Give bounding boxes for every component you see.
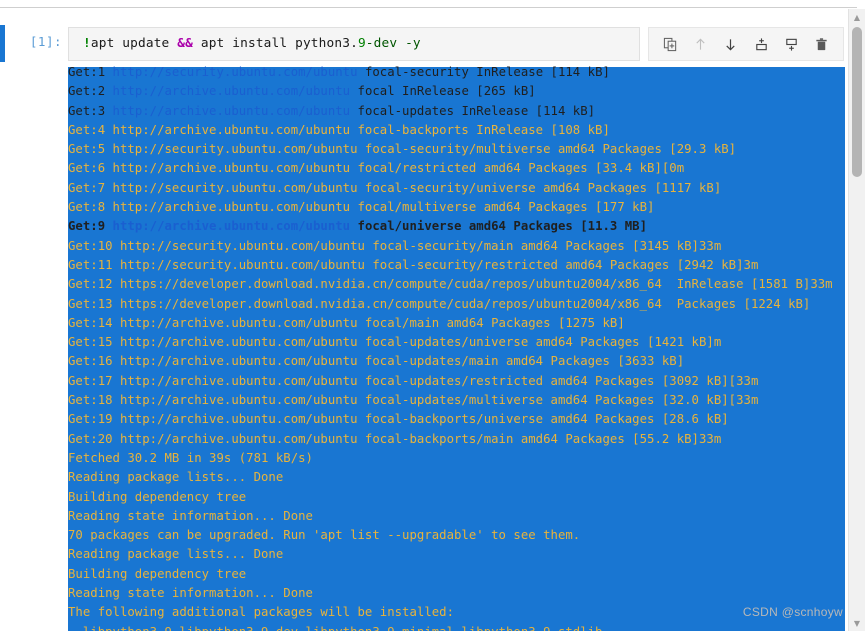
code-token: apt update [90, 36, 178, 51]
output-line: Building dependency tree [68, 565, 845, 584]
output-line: Get:5 http://security.ubuntu.com/ubuntu … [68, 140, 845, 159]
output-line: Get:2 http://archive.ubuntu.com/ubuntu f… [68, 82, 845, 101]
code-token: apt install python3. [192, 36, 358, 51]
output-line: Get:7 http://security.ubuntu.com/ubuntu … [68, 179, 845, 198]
output-segment: focal-updates InRelease [114 kB] [350, 103, 596, 118]
output-segment: Reading package lists... Done [68, 470, 284, 485]
output-segment: Get:14 http://archive.ubuntu.com/ubuntu … [68, 315, 625, 330]
output-line: Get:4 http://archive.ubuntu.com/ubuntu f… [68, 121, 845, 140]
output-segment: Building dependency tree [68, 489, 247, 504]
output-segment: http://archive.ubuntu.com/ubuntu [112, 103, 351, 118]
output-segment: Reading package lists... Done [68, 547, 284, 562]
output-segment: Building dependency tree [68, 566, 247, 581]
output-segment: Get:4 http://archive.ubuntu.com/ubuntu f… [68, 122, 610, 137]
output-line: 70 packages can be upgraded. Run 'apt li… [68, 526, 845, 545]
output-line: Get:12 https://developer.download.nvidia… [68, 275, 845, 294]
code-token: 9 [357, 36, 366, 51]
cell-toolbar [648, 27, 844, 61]
output-segment: Get:15 http://archive.ubuntu.com/ubuntu … [68, 335, 722, 350]
output-segment: Reading state information... Done [68, 508, 313, 523]
output-segment: Get:10 http://security.ubuntu.com/ubuntu… [68, 238, 722, 253]
output-segment: focal-security InRelease [114 kB] [357, 65, 610, 79]
output-line: Get:20 http://archive.ubuntu.com/ubuntu … [68, 430, 845, 449]
code-token: && [177, 36, 193, 51]
output-segment: focal/universe amd64 Packages [11.3 MB] [350, 219, 648, 234]
duplicate-cell-icon[interactable] [657, 31, 683, 57]
output-segment: Get:2 [68, 84, 113, 99]
output-segment: focal InRelease [265 kB] [350, 84, 536, 99]
output-line: Get:17 http://archive.ubuntu.com/ubuntu … [68, 372, 845, 391]
output-line: Reading package lists... Done [68, 468, 845, 487]
cell-output-stream: Get:1 http://security.ubuntu.com/ubuntu … [68, 63, 845, 631]
output-line: Get:13 https://developer.download.nvidia… [68, 295, 845, 314]
output-line: Get:1 http://security.ubuntu.com/ubuntu … [68, 63, 845, 82]
output-line: Reading state information... Done [68, 507, 845, 526]
output-segment: The following additional packages will b… [68, 605, 455, 620]
output-segment: Get:20 http://archive.ubuntu.com/ubuntu … [68, 431, 722, 446]
output-segment: Fetched 30.2 MB in 39s (781 kB/s) [68, 450, 313, 465]
move-cell-down-icon[interactable] [718, 31, 744, 57]
output-line: The following additional packages will b… [68, 603, 845, 622]
move-cell-up-icon[interactable] [687, 31, 713, 57]
delete-cell-icon[interactable] [809, 31, 835, 57]
code-token: -dev -y [365, 36, 421, 51]
output-segment: Get:8 http://archive.ubuntu.com/ubuntu f… [68, 200, 655, 215]
output-line: Get:9 http://archive.ubuntu.com/ubuntu f… [68, 217, 845, 236]
watermark-label: CSDN @scnhoyw [742, 605, 843, 619]
output-line: Reading state information... Done [68, 584, 845, 603]
output-line: Get:10 http://security.ubuntu.com/ubuntu… [68, 237, 845, 256]
scrollbar-down-arrow-icon[interactable]: ▼ [849, 615, 865, 631]
output-segment: Get:9 [68, 219, 113, 234]
output-segment: Reading state information... Done [68, 586, 313, 601]
output-segment: Get:7 http://security.ubuntu.com/ubuntu … [68, 180, 722, 195]
top-divider [0, 7, 857, 8]
code-source-line[interactable]: !apt update && apt install python3.9-dev… [83, 36, 421, 51]
code-cell-input-row: [1]: !apt update && apt install python3.… [0, 27, 845, 61]
insert-cell-above-icon[interactable] [748, 31, 774, 57]
output-line: libpython3.9 libpython3.9-dev libpython3… [68, 623, 845, 631]
output-line: Fetched 30.2 MB in 39s (781 kB/s) [68, 449, 845, 468]
output-segment: http://archive.ubuntu.com/ubuntu [112, 84, 351, 99]
output-segment: http://archive.ubuntu.com/ubuntu [112, 219, 351, 234]
output-line: Get:18 http://archive.ubuntu.com/ubuntu … [68, 391, 845, 410]
output-line: Get:8 http://archive.ubuntu.com/ubuntu f… [68, 198, 845, 217]
output-segment: Get:12 https://developer.download.nvidia… [68, 277, 833, 292]
notebook-scroll-region: [1]: !apt update && apt install python3.… [0, 9, 845, 631]
output-line: Get:6 http://archive.ubuntu.com/ubuntu f… [68, 159, 845, 178]
output-line: Get:14 http://archive.ubuntu.com/ubuntu … [68, 314, 845, 333]
output-line: Get:15 http://archive.ubuntu.com/ubuntu … [68, 333, 845, 352]
code-token: ! [83, 36, 91, 51]
scrollbar-thumb[interactable] [852, 27, 862, 177]
output-segment: Get:16 http://archive.ubuntu.com/ubuntu … [68, 354, 685, 369]
output-segment: Get:3 [68, 103, 113, 118]
output-segment: Get:5 http://security.ubuntu.com/ubuntu … [68, 142, 737, 157]
output-segment: Get:19 http://archive.ubuntu.com/ubuntu … [68, 412, 729, 427]
output-segment: Get:13 https://developer.download.nvidia… [68, 296, 811, 311]
output-segment: libpython3.9 libpython3.9-dev libpython3… [68, 625, 603, 631]
scrollbar-up-arrow-icon[interactable]: ▲ [849, 9, 865, 25]
output-line: Get:3 http://archive.ubuntu.com/ubuntu f… [68, 102, 845, 121]
output-segment: 70 packages can be upgraded. Run 'apt li… [68, 528, 581, 543]
code-editor[interactable]: !apt update && apt install python3.9-dev… [68, 27, 640, 61]
output-line: Reading package lists... Done [68, 545, 845, 564]
output-segment: Get:17 http://archive.ubuntu.com/ubuntu … [68, 373, 759, 388]
output-segment: Get:11 http://security.ubuntu.com/ubuntu… [68, 257, 759, 272]
output-line: Get:11 http://security.ubuntu.com/ubuntu… [68, 256, 845, 275]
output-segment: Get:1 [68, 65, 113, 79]
output-segment: Get:6 http://archive.ubuntu.com/ubuntu f… [68, 161, 685, 176]
insert-cell-below-icon[interactable] [778, 31, 804, 57]
output-segment: Get:18 http://archive.ubuntu.com/ubuntu … [68, 393, 759, 408]
output-line: Building dependency tree [68, 488, 845, 507]
vertical-scrollbar[interactable]: ▲ ▼ [848, 9, 865, 631]
output-line: Get:16 http://archive.ubuntu.com/ubuntu … [68, 352, 845, 371]
output-segment: http://security.ubuntu.com/ubuntu [112, 65, 358, 79]
execution-count-prompt: [1]: [29, 34, 62, 49]
output-line: Get:19 http://archive.ubuntu.com/ubuntu … [68, 410, 845, 429]
